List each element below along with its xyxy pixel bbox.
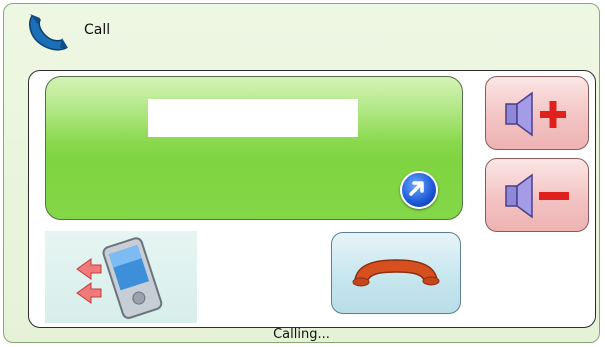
pda-phone-icon <box>76 237 163 319</box>
number-display <box>45 76 463 220</box>
call-window: Call Calling... <box>3 3 600 343</box>
volume-down-button[interactable] <box>485 158 589 232</box>
speaker-minus-icon <box>505 173 569 219</box>
hang-up-icon <box>352 259 440 287</box>
phone-number-field[interactable] <box>148 99 358 137</box>
status-text: Calling... <box>273 327 330 342</box>
speaker-plus-icon <box>505 91 566 137</box>
arrow-up-right-icon[interactable] <box>400 171 438 209</box>
call-panel <box>28 70 596 328</box>
handset-button[interactable] <box>45 231 197 323</box>
window-title: Call <box>84 22 111 38</box>
phone-icon <box>26 12 76 52</box>
end-call-button[interactable] <box>331 232 461 314</box>
volume-up-button[interactable] <box>485 76 589 150</box>
title-bar: Call <box>4 4 599 54</box>
